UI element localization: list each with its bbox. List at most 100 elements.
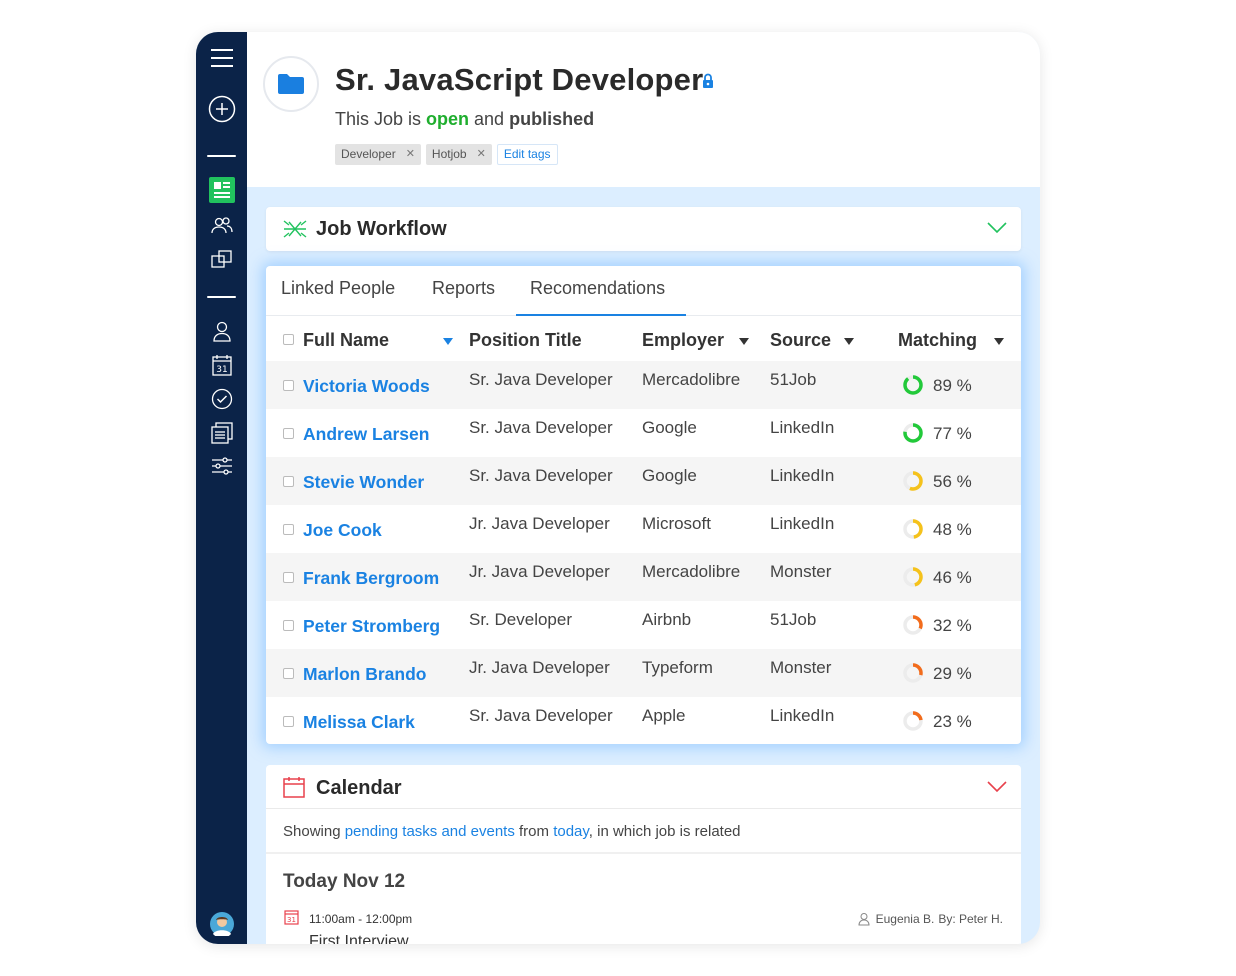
menu-icon[interactable] — [196, 46, 247, 70]
employer: Google — [642, 466, 697, 485]
source: LinkedIn — [770, 418, 835, 437]
tag: Developer ✕ — [335, 144, 421, 165]
candidate-name-link[interactable]: Marlon Brando — [303, 664, 426, 685]
info-text: from — [514, 823, 554, 840]
row-checkbox[interactable] — [283, 572, 294, 583]
sort-source-icon[interactable] — [844, 338, 854, 345]
status-open: open — [426, 109, 470, 129]
match-ring-icon — [903, 423, 923, 443]
row-checkbox[interactable] — [283, 620, 294, 631]
calendar-icon[interactable]: 31 — [196, 353, 247, 377]
avatar[interactable] — [196, 912, 247, 936]
row-checkbox[interactable] — [283, 476, 294, 487]
remove-tag-icon[interactable]: ✕ — [406, 144, 415, 165]
event-calendar-icon: 31 — [284, 909, 299, 930]
match-ring-icon — [903, 615, 923, 635]
employer: Mercadolibre — [642, 562, 741, 581]
calendar-day-heading: Today Nov 12 — [283, 871, 406, 892]
calendar-header[interactable]: Calendar — [266, 765, 1021, 809]
match-ring-icon — [903, 567, 923, 587]
match-percent: 23 % — [933, 712, 972, 731]
match-percent: 77 % — [933, 424, 972, 443]
sidebar-divider — [207, 155, 236, 157]
tab-reports[interactable]: Reports — [432, 278, 495, 299]
sort-employer-icon[interactable] — [739, 338, 749, 345]
pending-tasks-link[interactable]: pending tasks and events — [345, 823, 515, 840]
job-status: This Job is open and published — [335, 109, 594, 130]
col-source[interactable]: Source — [770, 330, 831, 351]
col-matching[interactable]: Matching — [898, 330, 977, 351]
tab-recomendations[interactable]: Recomendations — [530, 278, 665, 299]
table-row[interactable]: Victoria Woods Sr. Java Developer Mercadol… — [266, 361, 1021, 409]
info-text: , in which job is related — [588, 823, 741, 840]
chevron-down-icon[interactable] — [987, 221, 1007, 239]
source: Monster — [770, 658, 832, 677]
svg-text:31: 31 — [216, 365, 227, 375]
row-checkbox[interactable] — [283, 428, 294, 439]
table-row[interactable]: Melissa Clark Sr. Java Developer Apple Link… — [266, 697, 1021, 744]
chevron-down-icon[interactable] — [987, 780, 1007, 798]
today-link[interactable]: today — [553, 823, 589, 840]
select-all-checkbox[interactable] — [283, 334, 294, 345]
source: LinkedIn — [770, 466, 835, 485]
candidate-name-link[interactable]: Joe Cook — [303, 520, 382, 541]
table-row[interactable]: Joe Cook Jr. Java Developer Microsoft Linke… — [266, 505, 1021, 553]
app-window: 31 Sr. JavaScript Developer This Job is … — [196, 32, 1040, 944]
jobs-board-icon[interactable] — [196, 177, 247, 203]
sort-matching-icon[interactable] — [994, 338, 1004, 345]
candidate-name-link[interactable]: Andrew Larsen — [303, 424, 429, 445]
reports-icon[interactable] — [196, 421, 247, 445]
calendar-title: Calendar — [316, 777, 402, 799]
row-checkbox[interactable] — [283, 524, 294, 535]
employer: Google — [642, 418, 697, 437]
calendar-info: Showing pending tasks and events from to… — [283, 823, 741, 840]
source: Monster — [770, 562, 832, 581]
source: 51Job — [770, 610, 817, 629]
col-employer[interactable]: Employer — [642, 330, 724, 351]
table-header: Full Name Position Title Employer Source… — [266, 317, 1021, 361]
employer: Airbnb — [642, 610, 692, 629]
table-row[interactable]: Peter Stromberg Sr. Developer Airbnb 51Job 3… — [266, 601, 1021, 649]
sort-full-name-icon[interactable] — [443, 338, 453, 345]
info-text: Showing — [283, 823, 345, 840]
candidate-name-link[interactable]: Frank Bergroom — [303, 568, 439, 589]
table-row[interactable]: Stevie Wonder Sr. Java Developer Google Lin… — [266, 457, 1021, 505]
people-icon[interactable] — [196, 215, 247, 237]
match-percent: 32 % — [933, 616, 972, 635]
edit-tags-button[interactable]: Edit tags — [496, 144, 558, 165]
workflow-title: Job Workflow — [316, 218, 447, 240]
row-checkbox[interactable] — [283, 716, 294, 727]
table-row[interactable]: Andrew Larsen Sr. Java Developer Google Lin… — [266, 409, 1021, 457]
job-workflow-panel[interactable]: Job Workflow — [266, 207, 1021, 251]
tag: Hotjob ✕ — [425, 144, 492, 165]
candidate-name-link[interactable]: Peter Stromberg — [303, 616, 440, 637]
event-title[interactable]: First Interview — [309, 933, 409, 944]
row-checkbox[interactable] — [283, 668, 294, 679]
candidate-name-link[interactable]: Stevie Wonder — [303, 472, 424, 493]
event-owner: By: Peter H. — [938, 912, 1003, 926]
table-row[interactable]: Marlon Brando Jr. Java Developer Typeform M… — [266, 649, 1021, 697]
row-checkbox[interactable] — [283, 380, 294, 391]
remove-tag-icon[interactable]: ✕ — [477, 144, 486, 165]
candidate-name-link[interactable]: Victoria Woods — [303, 376, 430, 397]
table-row[interactable]: Frank Bergroom Jr. Java Developer Mercadol… — [266, 553, 1021, 601]
add-icon[interactable] — [196, 94, 247, 124]
status-published: published — [509, 109, 595, 129]
position-title: Jr. Java Developer — [469, 514, 610, 533]
settings-icon[interactable] — [196, 456, 247, 476]
tab-linked-people[interactable]: Linked People — [281, 278, 395, 299]
tag-label: Developer — [341, 147, 396, 161]
candidate-name-link[interactable]: Melissa Clark — [303, 712, 415, 733]
tasks-icon[interactable] — [196, 387, 247, 411]
companies-icon[interactable] — [196, 248, 247, 270]
match-percent: 46 % — [933, 568, 972, 587]
lock-icon[interactable] — [702, 73, 714, 94]
tag-label: Hotjob — [431, 147, 467, 161]
col-position-title[interactable]: Position Title — [469, 330, 582, 351]
contact-icon[interactable] — [196, 319, 247, 343]
source: 51Job — [770, 370, 817, 389]
position-title: Sr. Java Developer — [469, 370, 613, 389]
col-full-name[interactable]: Full Name — [303, 330, 389, 351]
sidebar: 31 — [196, 32, 247, 944]
assignee-name: Eugenia B. — [875, 912, 935, 926]
